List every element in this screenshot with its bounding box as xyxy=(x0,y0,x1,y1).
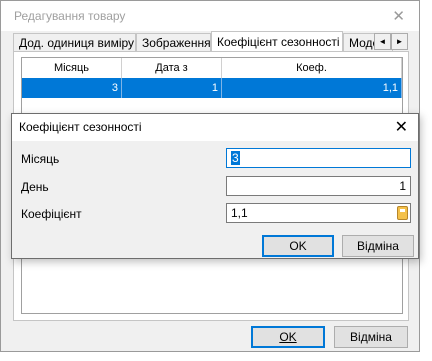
cancel-button[interactable]: Відміна xyxy=(334,326,408,348)
cell-date-from[interactable]: 1 xyxy=(122,78,222,98)
month-label: Місяць xyxy=(21,152,60,166)
coefficient-value: 1,1 xyxy=(231,206,248,220)
calculator-icon[interactable] xyxy=(397,206,408,220)
ok-button[interactable]: OK xyxy=(251,326,325,348)
ok-button-label: OK xyxy=(279,330,297,344)
dialog-titlebar[interactable]: Коефіцієнт сезонності ✕ xyxy=(12,114,418,141)
month-field[interactable]: 3 xyxy=(226,148,411,168)
dialog-cancel-button[interactable]: Відміна xyxy=(342,235,414,257)
table-row[interactable]: 3 1 1,1 xyxy=(22,78,402,98)
column-header-date-from[interactable]: Дата з xyxy=(122,58,222,78)
tab-images[interactable]: Зображення xyxy=(136,33,211,51)
day-label: День xyxy=(21,180,49,194)
column-header-month[interactable]: Місяць xyxy=(22,58,122,78)
column-header-coefficient[interactable]: Коеф. xyxy=(222,58,402,78)
cell-coefficient[interactable]: 1,1 xyxy=(222,78,402,98)
close-icon[interactable]: ✕ xyxy=(395,117,408,137)
tab-scroll-right-icon[interactable]: ► xyxy=(391,33,408,50)
dialog-ok-button[interactable]: OK xyxy=(262,235,334,257)
close-icon[interactable]: ✕ xyxy=(392,7,405,25)
day-field[interactable]: 1 xyxy=(226,176,411,196)
tab-additional-unit[interactable]: Дод. одиниця виміру xyxy=(13,33,136,51)
tab-seasonality-coefficient[interactable]: Коефіцієнт сезонності xyxy=(211,31,343,52)
coefficient-label: Коефіцієнт xyxy=(21,207,82,221)
seasonality-dialog: Коефіцієнт сезонності ✕ Місяць 3 День 1 … xyxy=(11,113,419,259)
month-value: 3 xyxy=(231,151,240,165)
cell-month[interactable]: 3 xyxy=(22,78,122,98)
dialog-title: Коефіцієнт сезонності xyxy=(19,120,142,134)
grid-header: Місяць Дата з Коеф. xyxy=(22,58,402,79)
window-titlebar[interactable]: Редагування товару ✕ xyxy=(1,1,419,31)
tab-strip: Дод. одиниця виміру Зображення Коефіцієн… xyxy=(13,31,409,52)
window-title: Редагування товару xyxy=(14,9,126,23)
coefficient-field[interactable]: 1,1 xyxy=(226,203,411,223)
tab-scroll-left-icon[interactable]: ◄ xyxy=(374,33,391,50)
